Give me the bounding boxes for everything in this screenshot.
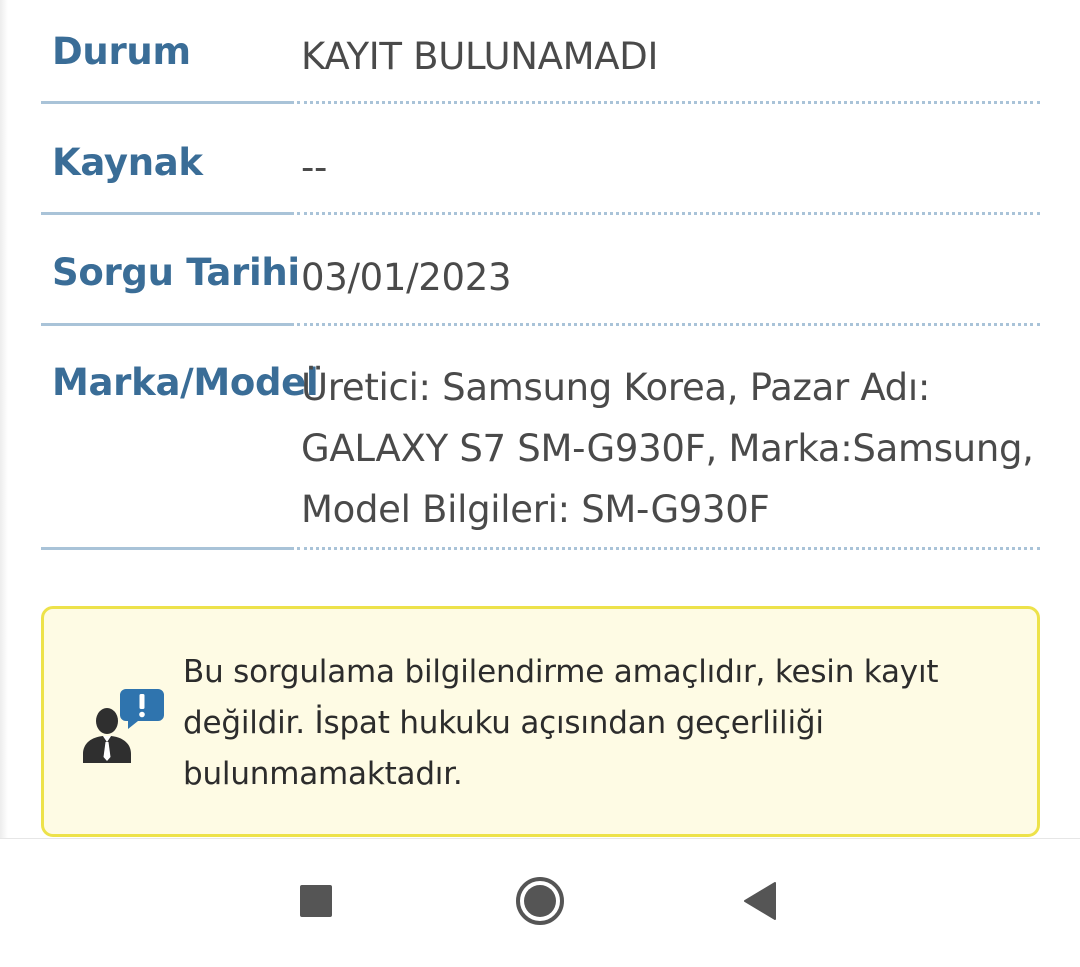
row-label: Sorgu Tarihi	[52, 251, 300, 294]
row-value: --	[301, 146, 328, 189]
detail-row-durum: Durum KAYIT BULUNAMADI	[41, 30, 1040, 105]
row-separator-solid	[41, 547, 294, 550]
support-agent-alert-icon	[80, 687, 166, 765]
circle-home-icon	[514, 875, 566, 931]
square-icon	[299, 884, 333, 922]
left-edge-shadow	[0, 0, 8, 838]
row-separator-dotted	[297, 101, 1040, 104]
row-separator-solid	[41, 101, 294, 104]
row-value: Üretici: Samsung Korea, Pazar Adı: GALAX…	[301, 366, 1034, 531]
row-value: KAYIT BULUNAMADI	[301, 35, 659, 78]
detail-row-marka-model: Marka/Model Üretici: Samsung Korea, Paza…	[41, 361, 1040, 551]
recents-button[interactable]	[256, 839, 376, 966]
notice-text: Bu sorgulama bilgilendirme amaçlıdır, ke…	[183, 654, 939, 792]
row-label: Marka/Model	[52, 361, 319, 404]
back-button[interactable]	[700, 839, 820, 966]
row-separator-dotted	[297, 323, 1040, 326]
row-separator-dotted	[297, 212, 1040, 215]
row-separator-dotted	[297, 547, 1040, 550]
row-label: Durum	[52, 30, 191, 73]
row-label: Kaynak	[52, 141, 203, 184]
system-navigation-bar	[0, 838, 1080, 967]
info-notice-box: Bu sorgulama bilgilendirme amaçlıdır, ke…	[41, 606, 1040, 837]
detail-row-kaynak: Kaynak --	[41, 141, 1040, 216]
home-button[interactable]	[480, 839, 600, 966]
row-value: 03/01/2023	[301, 256, 512, 299]
row-separator-solid	[41, 212, 294, 215]
detail-row-sorgu-tarihi: Sorgu Tarihi 03/01/2023	[41, 251, 1040, 326]
row-separator-solid	[41, 323, 294, 326]
triangle-back-icon	[742, 881, 778, 925]
